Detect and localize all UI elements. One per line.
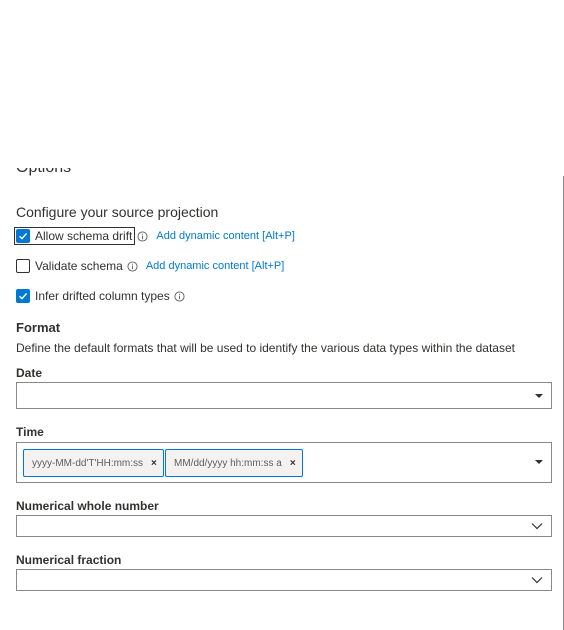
remove-tag-icon[interactable]: ×: [290, 458, 296, 469]
tag-text: MM/dd/yyyy hh:mm:ss a: [174, 457, 282, 469]
fraction-dropdown[interactable]: [16, 569, 552, 591]
time-format-tag: yyyy-MM-dd'T'HH:mm:ss ×: [23, 449, 164, 477]
checkmark-icon: [19, 292, 28, 300]
remove-tag-icon[interactable]: ×: [151, 458, 157, 469]
options-heading: Options: [16, 168, 71, 176]
infer-drifted-checkbox[interactable]: [16, 289, 30, 303]
info-icon[interactable]: [174, 290, 185, 302]
checkbox-label: Validate schema: [35, 259, 123, 273]
format-description: Define the default formats that will be …: [16, 341, 515, 355]
add-dynamic-content-link[interactable]: Add dynamic content [Alt+P]: [146, 260, 285, 272]
infer-drifted-row: Infer drifted column types: [16, 289, 185, 303]
time-dropdown[interactable]: yyyy-MM-dd'T'HH:mm:ss × MM/dd/yyyy hh:mm…: [16, 442, 552, 483]
allow-schema-drift-checkbox[interactable]: Allow schema drift: [13, 227, 136, 245]
checkmark-icon: [19, 232, 28, 240]
allow-schema-drift-row: Allow schema drift Add dynamic content […: [13, 227, 295, 245]
projection-title: Configure your source projection: [16, 204, 219, 220]
caret-down-icon[interactable]: [535, 394, 543, 398]
add-dynamic-content-link[interactable]: Add dynamic content [Alt+P]: [156, 230, 295, 242]
date-label: Date: [16, 366, 43, 380]
format-heading: Format: [16, 320, 61, 335]
fraction-label: Numerical fraction: [16, 553, 122, 567]
time-label: Time: [16, 425, 44, 439]
whole-number-label: Numerical whole number: [16, 499, 159, 513]
whole-number-dropdown[interactable]: [16, 515, 552, 537]
caret-down-icon[interactable]: [535, 460, 543, 464]
checkbox-box[interactable]: [16, 229, 30, 243]
chevron-down-icon[interactable]: [531, 576, 543, 584]
info-icon[interactable]: [127, 260, 138, 272]
time-format-tag: MM/dd/yyyy hh:mm:ss a ×: [165, 449, 303, 477]
tag-text: yyyy-MM-dd'T'HH:mm:ss: [32, 457, 144, 469]
date-dropdown[interactable]: [16, 382, 552, 409]
validate-schema-row: Validate schema Add dynamic content [Alt…: [16, 259, 284, 273]
info-icon[interactable]: [137, 230, 148, 242]
validate-schema-checkbox[interactable]: [16, 259, 30, 273]
checkbox-label: Allow schema drift: [35, 229, 133, 243]
chevron-down-icon[interactable]: [531, 522, 543, 530]
checkbox-label: Infer drifted column types: [35, 289, 170, 303]
